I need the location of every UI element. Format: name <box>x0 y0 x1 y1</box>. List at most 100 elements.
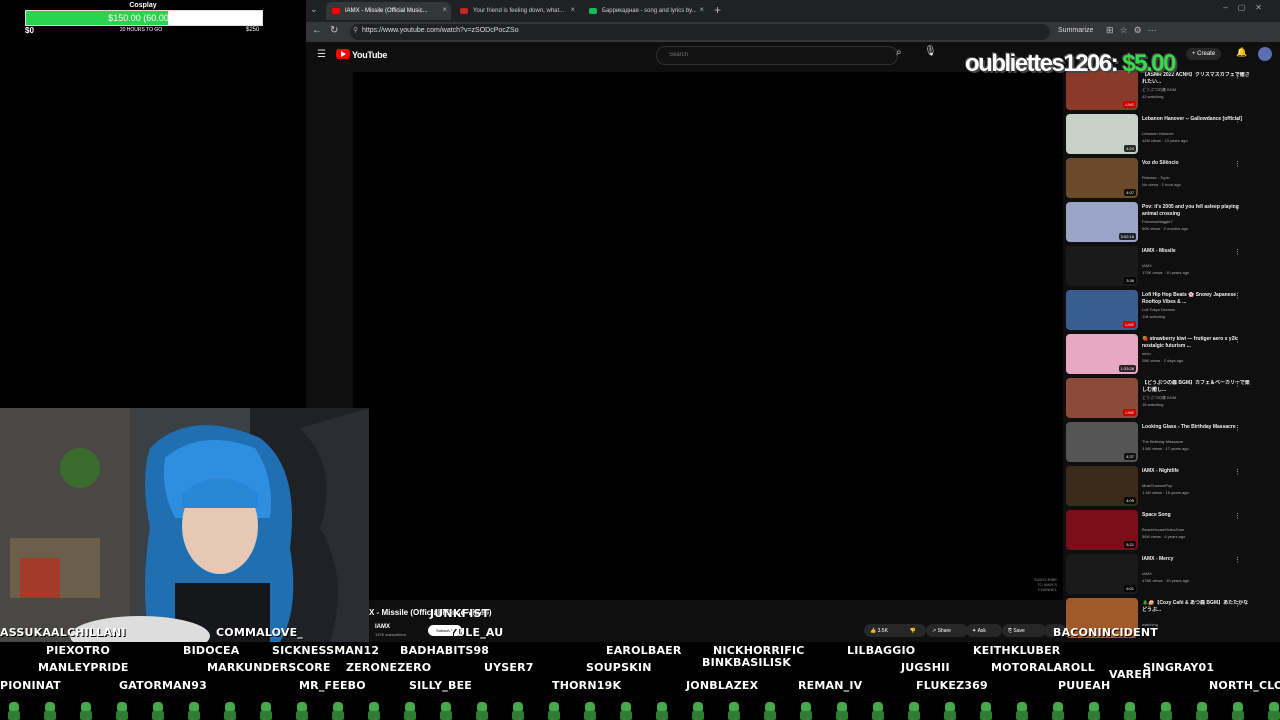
bell-icon[interactable]: 🔔 <box>1236 47 1247 58</box>
chat-username: JUGSHII <box>901 661 950 674</box>
close-tab-icon[interactable]: × <box>699 5 704 14</box>
youtube-logo-icon[interactable] <box>336 49 350 59</box>
site-favicon-icon <box>460 8 468 14</box>
close-tab-icon[interactable]: × <box>442 5 447 14</box>
video-thumbnail[interactable]: 6:01 <box>1066 554 1138 594</box>
more-options-icon[interactable]: ⋮ <box>1234 556 1241 564</box>
tab-spotify-song[interactable]: Баррикадная - song and lyrics by... × <box>583 2 708 20</box>
more-options-icon[interactable]: ⋮ <box>1234 116 1241 124</box>
tab-list-icon[interactable]: ⌄ <box>310 4 318 15</box>
chat-avatar-sprite <box>402 702 418 720</box>
site-info-icon[interactable]: ⚲ <box>353 26 358 34</box>
search-input[interactable] <box>667 51 871 59</box>
video-thumbnail[interactable]: 3:36 <box>1066 246 1138 286</box>
video-thumbnail[interactable]: 4:37 <box>1066 422 1138 462</box>
more-options-icon[interactable]: ⋮ <box>1234 160 1241 168</box>
chat-avatar-sprite <box>942 702 958 720</box>
live-badge: LIVE <box>1123 409 1136 416</box>
video-meta: 16 watching <box>1142 402 1164 407</box>
tab-iamx-missile[interactable]: IAMX - Missile (Official Music... × <box>326 2 451 20</box>
ask-button[interactable]: ✦ Ask <box>966 624 1002 637</box>
chat-username: BINKBASILISK <box>702 656 792 669</box>
youtube-brand[interactable]: YouTube <box>352 50 387 60</box>
recommendation-item[interactable]: 1:33:28 🍓 strawberry kiwi — frutiger aero… <box>1066 334 1280 378</box>
video-thumbnail[interactable]: 4:07 <box>1066 158 1138 198</box>
subscriber-count: 137K subscribers <box>375 632 406 637</box>
channel-name[interactable]: Lofi Tokyo Dreams <box>1142 307 1175 312</box>
share-button[interactable]: ↗ Share <box>926 624 968 637</box>
menu-icon[interactable]: ☰ <box>317 49 326 60</box>
channel-name[interactable]: どうぶつの森 BGM <box>1142 87 1176 93</box>
recommendation-item[interactable]: 4:09 IAMX - Nightlife MusiChannelPop 1.1M v… <box>1066 466 1280 510</box>
more-options-icon[interactable]: ⋮ <box>1234 248 1241 256</box>
recommendation-item[interactable]: LIVE 【どうぶつの森 BGM】カフェ＆ベーカリーで楽しむ癒し... どうぶつの森… <box>1066 378 1280 422</box>
channel-name[interactable]: どうぶつの森 BGM <box>1142 395 1176 401</box>
recommendations-list: LIVE 【ASMR 2022 ACNH】クリスマスカフェで癒されたい... どうぶ… <box>1066 70 1280 642</box>
channel-name[interactable]: The Birthday Massacre <box>1142 439 1183 444</box>
search-icon[interactable]: ⌕ <box>896 47 902 58</box>
video-thumbnail[interactable]: 3:02:16 <box>1066 202 1138 242</box>
summarize-button[interactable]: Summarize <box>1058 27 1093 34</box>
channel-name[interactable]: mido <box>1142 351 1151 356</box>
create-button[interactable]: + Create <box>1186 48 1222 60</box>
url-text[interactable]: https://www.youtube.com/watch?v=zSODcPoc… <box>362 27 519 34</box>
more-options-icon[interactable]: ⋮ <box>1234 424 1241 432</box>
new-tab-icon[interactable]: + <box>714 3 721 17</box>
chat-username: SINGRAY01 <box>1143 661 1215 674</box>
channel-name[interactable]: IAMX <box>1142 571 1152 576</box>
recommendation-item[interactable]: LIVE Lofi Hip Hop Beats 🌸 Snowy Japanese … <box>1066 290 1280 334</box>
video-thumbnail[interactable]: 4:09 <box>1066 466 1138 506</box>
more-options-icon[interactable]: ⋮ <box>1234 600 1241 608</box>
channel-name[interactable]: IAMX <box>375 624 390 630</box>
microphone-icon[interactable]: 🎙 <box>924 46 937 57</box>
chat-avatar-sprite <box>474 702 490 720</box>
more-options-icon[interactable]: ⋮ <box>1234 512 1241 520</box>
chat-username: KEITHKLUBER <box>973 644 1061 657</box>
close-tab-icon[interactable]: × <box>570 5 575 14</box>
search-box[interactable] <box>656 46 898 65</box>
recommendation-item[interactable]: 4:07 Voz do Silêncio Release - Topic No vie… <box>1066 158 1280 202</box>
address-bar[interactable]: ⚲ https://www.youtube.com/watch?v=zSODcP… <box>350 24 1050 40</box>
video-thumbnail[interactable]: LIVE <box>1066 378 1138 418</box>
avatar[interactable] <box>1258 47 1272 61</box>
recommendation-item[interactable]: 4:24 Lebanon Hanover -- Gallowdance [offi… <box>1066 114 1280 158</box>
toolbar-icons[interactable]: ⊞☆⚙⋯ <box>1106 25 1163 36</box>
recommendation-item[interactable]: 3:02:16 Pov: it's 2005 and you fell aslee… <box>1066 202 1280 246</box>
more-options-icon[interactable]: ⋮ <box>1234 336 1241 344</box>
channel-name[interactable]: Release - Topic <box>1142 175 1170 180</box>
chat-avatar-sprite <box>1158 702 1174 720</box>
thumbs-up-icon: 👍 <box>870 627 878 634</box>
chat-avatar-sprite <box>1014 702 1030 720</box>
channel-name[interactable]: BeachHouseVideoZone <box>1142 527 1184 532</box>
channel-name[interactable]: MusiChannelPop <box>1142 483 1172 488</box>
thumbs-down-icon: 👎 <box>909 627 917 634</box>
more-options-icon[interactable]: ⋮ <box>1234 380 1241 388</box>
recommendation-item[interactable]: 5:21 Space Song BeachHouseVideoZone 56M vie… <box>1066 510 1280 554</box>
more-options-icon[interactable]: ⋮ <box>1234 468 1241 476</box>
video-thumbnail[interactable]: LIVE <box>1066 290 1138 330</box>
video-thumbnail[interactable]: 5:21 <box>1066 510 1138 550</box>
more-options-icon[interactable]: ⋮ <box>1234 204 1241 212</box>
more-options-icon[interactable]: ⋮ <box>1234 292 1241 300</box>
tab-friend-feeling-down[interactable]: Your friend is feeling down, what... × <box>454 2 579 20</box>
video-thumbnail[interactable]: 1:33:28 <box>1066 334 1138 374</box>
back-icon[interactable]: ← <box>312 25 322 36</box>
channel-name[interactable]: Lebanon Hanover <box>1142 131 1174 136</box>
goal-min: $0 <box>25 26 34 35</box>
chat-avatar-sprite <box>366 702 382 720</box>
channel-name[interactable]: IAMX <box>1142 263 1152 268</box>
dislike-button[interactable]: 👎 <box>900 624 926 637</box>
recommendation-item[interactable]: 6:01 IAMX - Mercy IAMX 478K views · 10 year… <box>1066 554 1280 598</box>
reload-icon[interactable]: ↻ <box>330 25 338 36</box>
recommendation-item[interactable]: 3:36 IAMX - Missile IAMX 175K views · 10 ye… <box>1066 246 1280 290</box>
save-button[interactable]: ⎘ Save <box>1002 624 1046 637</box>
video-thumbnail[interactable]: 4:24 <box>1066 114 1138 154</box>
window-controls[interactable]: –▢✕ <box>1223 3 1272 12</box>
tab-strip: ⌄ IAMX - Missile (Official Music... × Yo… <box>306 0 1280 22</box>
chat-avatar-sprite <box>42 702 58 720</box>
video-player[interactable]: SUBSCRIBE TO IAMX'S CHANNEL <box>353 72 1063 600</box>
recommendation-item[interactable]: 4:37 Looking Glass - The Birthday Massacr… <box>1066 422 1280 466</box>
channel-name[interactable]: PrincessMaggie7 <box>1142 219 1173 224</box>
chat-username: JUNKFIST <box>430 607 490 620</box>
more-options-icon[interactable]: ⋮ <box>1234 72 1241 80</box>
